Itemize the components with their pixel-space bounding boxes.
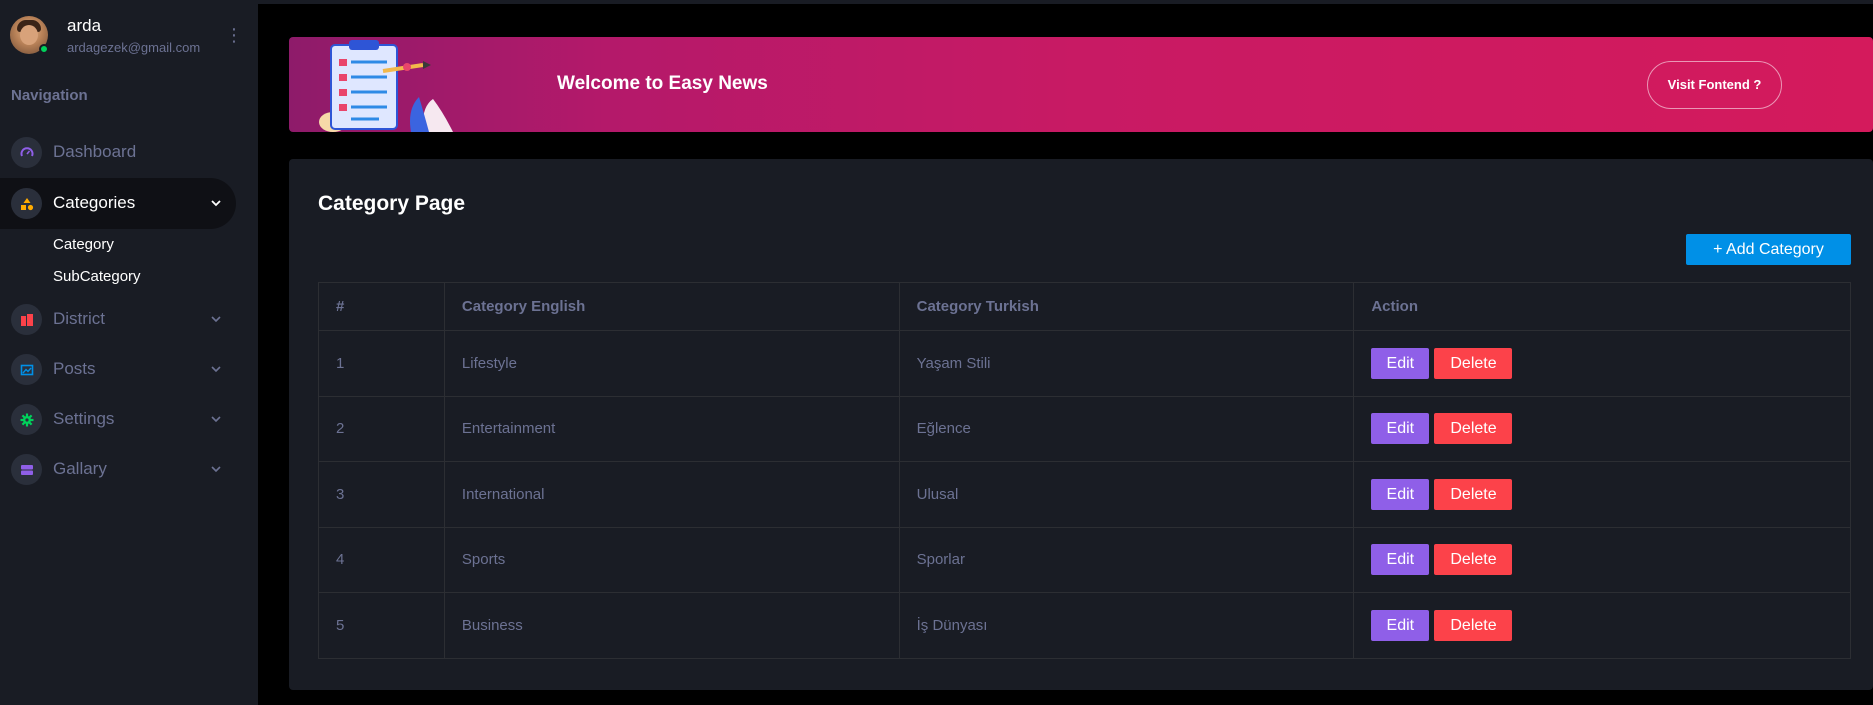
gallery-icon (11, 454, 42, 485)
row-number: 3 (318, 461, 445, 528)
banner-title: Welcome to Easy News (557, 73, 768, 94)
table-row: 2 Entertainment Eğlence Edit Delete (318, 395, 1851, 462)
delete-button[interactable]: Delete (1434, 413, 1513, 445)
delete-button[interactable]: Delete (1434, 347, 1513, 379)
category-turkish: Eğlence (898, 395, 1355, 462)
visit-frontend-button[interactable]: Visit Fontend ? (1647, 61, 1782, 109)
category-english: Sports (443, 526, 900, 593)
row-number: 4 (318, 526, 445, 593)
row-actions: Edit Delete (1353, 395, 1851, 462)
speedometer-icon (11, 137, 42, 168)
category-turkish: İş Dünyası (898, 592, 1355, 659)
category-turkish: Yaşam Stili (898, 330, 1355, 397)
main-content: Welcome to Easy News Visit Fontend ? Cat… (258, 0, 1873, 705)
sidebar-subitem-subcategory[interactable]: SubCategory (53, 268, 141, 285)
edit-button[interactable]: Edit (1371, 347, 1430, 379)
profile-email: ardagezek@gmail.com (67, 40, 201, 55)
chevron-down-icon (208, 409, 224, 429)
column-header-english: Category English (443, 282, 900, 331)
table-row: 4 Sports Sporlar Edit Delete (318, 526, 1851, 593)
shapes-icon (11, 188, 42, 219)
sidebar-item-label: Dashboard (53, 142, 137, 161)
sidebar-item-label: Categories (53, 193, 136, 212)
row-actions: Edit Delete (1353, 461, 1851, 528)
edit-button[interactable]: Edit (1371, 544, 1430, 576)
sidebar-item-posts[interactable]: Posts (0, 344, 236, 395)
category-table: # Category English Category Turkish Acti… (318, 282, 1851, 659)
edit-button[interactable]: Edit (1371, 413, 1430, 445)
page-title: Category Page (318, 192, 466, 215)
sidebar: arda ardagezek@gmail.com ⋮ Navigation Da… (0, 0, 258, 705)
table-header-row: # Category English Category Turkish Acti… (318, 282, 1851, 331)
column-header-turkish: Category Turkish (898, 282, 1355, 331)
delete-button[interactable]: Delete (1434, 478, 1513, 510)
sidebar-item-label: District (53, 309, 105, 328)
avatar[interactable] (10, 16, 49, 54)
online-status-indicator (39, 44, 49, 54)
profile-name: arda (67, 16, 102, 35)
gear-icon (11, 404, 42, 435)
sidebar-item-gallary[interactable]: Gallary (0, 444, 236, 495)
table-row: 3 International Ulusal Edit Delete (318, 461, 1851, 528)
table-row: 5 Business İş Dünyası Edit Delete (318, 592, 1851, 659)
category-english: International (443, 461, 900, 528)
category-english: Entertainment (443, 395, 900, 462)
sidebar-item-settings[interactable]: Settings (0, 394, 236, 445)
image-icon (11, 354, 42, 385)
more-vertical-icon[interactable]: ⋮ (224, 24, 244, 46)
sidebar-subitem-category[interactable]: Category (53, 236, 114, 253)
column-header-action: Action (1353, 282, 1851, 331)
category-turkish: Ulusal (898, 461, 1355, 528)
category-card: Category Page + Add Category # Category … (289, 159, 1873, 690)
delete-button[interactable]: Delete (1434, 544, 1513, 576)
row-actions: Edit Delete (1353, 330, 1851, 397)
chevron-down-icon (208, 309, 224, 329)
welcome-banner: Welcome to Easy News Visit Fontend ? (289, 37, 1873, 132)
category-turkish: Sporlar (898, 526, 1355, 593)
chevron-down-icon (208, 193, 224, 213)
building-icon (11, 304, 42, 335)
category-english: Business (443, 592, 900, 659)
edit-button[interactable]: Edit (1371, 478, 1430, 510)
edit-button[interactable]: Edit (1371, 609, 1430, 641)
category-english: Lifestyle (443, 330, 900, 397)
table-row: 1 Lifestyle Yaşam Stili Edit Delete (318, 330, 1851, 397)
sidebar-item-label: Posts (53, 359, 96, 378)
sidebar-item-label: Gallary (53, 459, 107, 478)
row-actions: Edit Delete (1353, 526, 1851, 593)
sidebar-item-dashboard[interactable]: Dashboard (0, 127, 236, 178)
delete-button[interactable]: Delete (1434, 609, 1513, 641)
user-profile[interactable]: arda ardagezek@gmail.com ⋮ (10, 14, 250, 58)
column-header-number: # (318, 282, 445, 331)
row-actions: Edit Delete (1353, 592, 1851, 659)
sidebar-item-label: Settings (53, 409, 115, 428)
chevron-down-icon (208, 359, 224, 379)
chevron-down-icon (208, 459, 224, 479)
top-navbar (258, 0, 1873, 4)
row-number: 5 (318, 592, 445, 659)
sidebar-item-categories[interactable]: Categories (0, 178, 236, 229)
nav-heading: Navigation (11, 87, 88, 104)
add-category-button[interactable]: + Add Category (1686, 234, 1851, 265)
row-number: 2 (318, 395, 445, 462)
clipboard-checklist-illustration (319, 40, 453, 132)
row-number: 1 (318, 330, 445, 397)
sidebar-item-district[interactable]: District (0, 294, 236, 345)
